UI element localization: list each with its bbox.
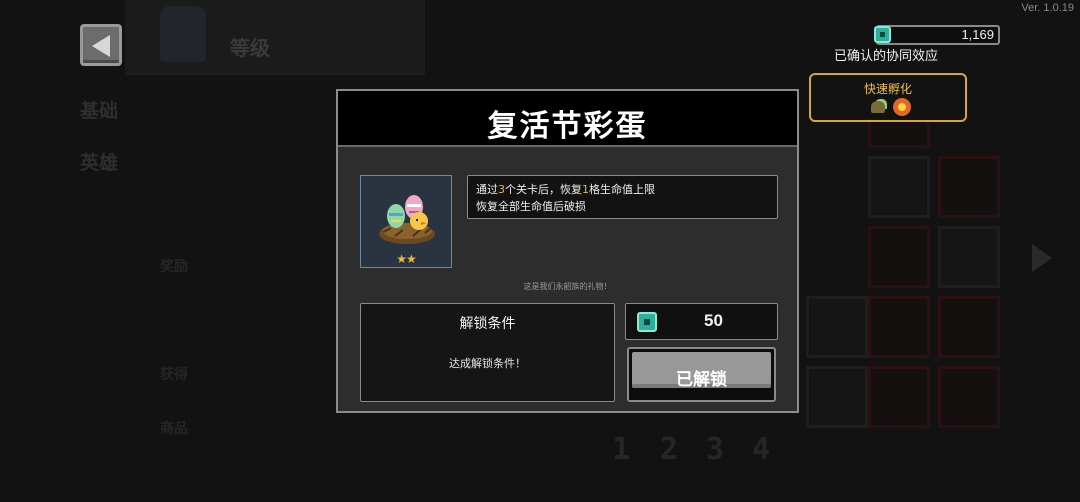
desc-highlight: 1 <box>582 183 589 196</box>
desc-text: 格生命值上限 <box>589 183 655 196</box>
gem-icon <box>637 312 657 332</box>
bg-grid-cell <box>868 226 930 288</box>
item-detail-modal: 复活节彩蛋 ★★ 通过3个关卡后，恢复1格生命值上限 恢复全部生命值后破损 这是… <box>336 89 799 413</box>
modal-title: 复活节彩蛋 <box>487 109 648 144</box>
unlock-condition-panel: 解锁条件 达成解锁条件！ <box>360 303 615 402</box>
synergy-label: 快速孵化 <box>863 82 912 96</box>
cost-value: 50 <box>704 311 723 330</box>
flavor-text: 这是我们永韶族的礼物！ <box>523 282 612 291</box>
bg-grid-cell <box>868 156 930 218</box>
chick-icon <box>871 101 885 113</box>
back-button[interactable] <box>80 24 122 66</box>
bg-page-2: 2 <box>660 432 679 467</box>
item-description: 通过3个关卡后，恢复1格生命值上限 恢复全部生命值后破损 <box>467 175 778 219</box>
bg-side-label-1: 基础 <box>80 100 119 122</box>
bg-grid-cell <box>806 296 868 358</box>
synergy-card-fast-hatch[interactable]: 快速孵化 <box>809 73 967 122</box>
bg-title: 等级 <box>230 36 270 60</box>
desc-highlight: 3 <box>498 183 505 196</box>
synergy-title: 已确认的协同效应 <box>834 49 939 64</box>
bg-grid-cell <box>938 296 1000 358</box>
bg-grid-cell <box>938 156 1000 218</box>
bg-grid-cell <box>868 296 930 358</box>
bg-small-label-1: 奖励 <box>160 259 188 275</box>
gem-icon <box>874 26 891 43</box>
desc-text: 通过 <box>476 183 498 196</box>
description-line-2: 恢复全部生命值后破损 <box>476 200 586 213</box>
bg-grid-cell <box>806 366 868 428</box>
next-page-arrow-icon <box>1032 244 1052 272</box>
fire-orb-icon <box>893 98 911 116</box>
easter-egg-nest-icon <box>379 195 435 244</box>
gem-count: 1,169 <box>961 27 994 42</box>
unlocked-button[interactable]: 已解锁 <box>627 347 776 402</box>
unlock-condition-text: 达成解锁条件！ <box>449 357 526 370</box>
bg-grid-cell <box>938 366 1000 428</box>
desc-text: 个关卡后，恢复 <box>505 183 582 196</box>
bg-avatar <box>160 6 206 62</box>
unlock-heading: 解锁条件 <box>459 316 516 332</box>
bg-small-label-3: 商品 <box>160 421 188 437</box>
item-slot: ★★ <box>360 175 452 268</box>
unlocked-button-label: 已解锁 <box>676 370 727 390</box>
gem-counter: 1,169 <box>876 25 1000 45</box>
modal-header: 复活节彩蛋 <box>338 91 797 147</box>
bg-side-label-2: 英雄 <box>80 152 119 174</box>
bg-grid-cell <box>868 366 930 428</box>
version-label: Ver. 1.0.19 <box>1021 2 1074 14</box>
cost-display: 50 <box>625 303 778 340</box>
bg-page-1: 1 <box>612 432 631 467</box>
bg-page-3: 3 <box>706 432 725 467</box>
bg-grid-cell <box>938 226 1000 288</box>
description-line-1: 通过3个关卡后，恢复1格生命值上限 <box>476 181 769 198</box>
back-arrow-icon <box>92 35 110 57</box>
bg-small-label-2: 获得 <box>160 367 188 383</box>
rarity-stars: ★★ <box>396 252 417 266</box>
bg-page-4: 4 <box>752 432 771 467</box>
